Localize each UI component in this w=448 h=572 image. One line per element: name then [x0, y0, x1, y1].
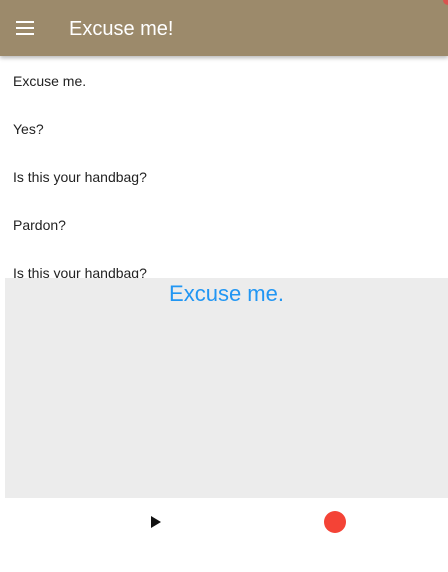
- phrase-panel: Excuse me.: [5, 278, 448, 498]
- dialogue-line[interactable]: Pardon?: [13, 216, 66, 234]
- app-window: Excuse me! Excuse me. Yes? Is this your …: [0, 0, 448, 572]
- record-button[interactable]: [318, 506, 352, 538]
- dialogue-line[interactable]: Is this your handbag?: [13, 264, 147, 278]
- playback-controls: [0, 498, 448, 572]
- page-title: Excuse me!: [69, 18, 174, 40]
- menu-button[interactable]: [0, 0, 50, 56]
- dialogue-line[interactable]: Yes?: [13, 120, 44, 138]
- dialogue-line[interactable]: Is this your handbag?: [13, 168, 147, 186]
- record-icon: [324, 511, 346, 533]
- dialogue-line[interactable]: Excuse me.: [13, 72, 86, 90]
- dialogue-list: Excuse me. Yes? Is this your handbag? Pa…: [0, 56, 448, 278]
- play-button[interactable]: [138, 506, 172, 538]
- corner-indicator: [438, 0, 448, 10]
- current-phrase: Excuse me.: [169, 281, 284, 306]
- play-icon: [151, 516, 161, 528]
- menu-icon: [16, 21, 34, 35]
- app-bar: Excuse me!: [0, 0, 448, 56]
